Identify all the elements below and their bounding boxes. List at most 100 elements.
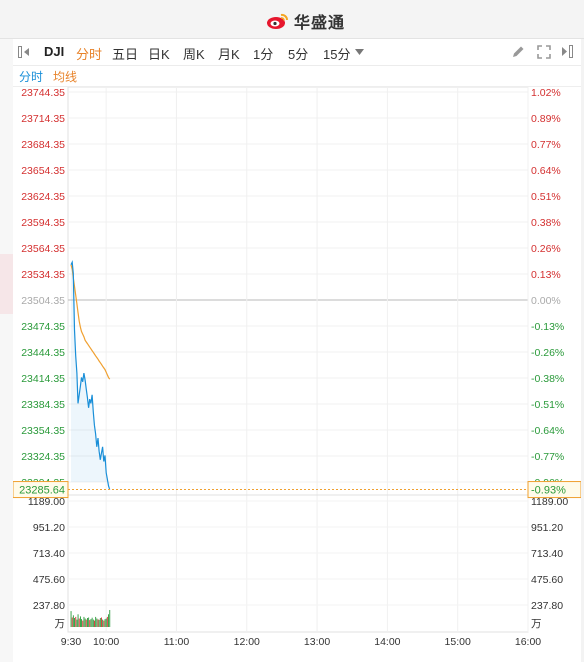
price-tick-label: 23444.35 — [21, 347, 65, 359]
time-tick-label: 9:30 — [61, 636, 82, 648]
collapse-right-icon[interactable] — [561, 45, 574, 58]
volume-bar — [71, 617, 73, 627]
time-tick-label: 10:00 — [93, 636, 119, 648]
volume-tick-label: 951.20 — [33, 522, 65, 534]
volume-bar — [90, 619, 92, 627]
tab-1min[interactable]: 1分 — [253, 44, 273, 63]
price-tick-label: 23744.35 — [21, 87, 65, 99]
left-sidebar-edge — [0, 39, 14, 662]
price-tick-label: 23654.35 — [21, 165, 65, 177]
pct-tick-label: -0.51% — [531, 399, 564, 411]
chart-toolbar: DJI 分时 五日 日K 周K 月K 1分 5分 15分 — [13, 39, 581, 66]
price-tick-label: 23714.35 — [21, 113, 65, 125]
time-tick-label: 14:00 — [374, 636, 400, 648]
volume-bar — [99, 618, 101, 627]
time-tick-label: 11:00 — [164, 636, 190, 648]
volume-bar — [81, 619, 82, 627]
time-tick-label: 12:00 — [234, 636, 260, 648]
top-header: 华盛通 — [0, 0, 584, 39]
volume-bar — [101, 617, 102, 627]
volume-bar — [82, 620, 84, 627]
volume-tick-label-right: 951.20 — [531, 522, 563, 534]
tab-weekly-k[interactable]: 周K — [183, 44, 205, 63]
volume-bar — [102, 619, 104, 627]
volume-bar — [98, 619, 100, 627]
legend-time[interactable]: 分时 — [19, 68, 43, 85]
current-pct-label: -0.93% — [531, 485, 566, 497]
time-tick-label: 13:00 — [304, 636, 330, 648]
pencil-icon[interactable] — [511, 45, 525, 59]
pct-tick-label: 0.64% — [531, 165, 561, 177]
weibo-logo-icon — [267, 13, 288, 29]
symbol-label: DJI — [44, 44, 65, 59]
pct-tick-label: -0.64% — [531, 425, 564, 437]
pct-tick-label: 0.89% — [531, 113, 561, 125]
pct-tick-label: -0.77% — [531, 451, 564, 463]
brand-logo: 华盛通 — [266, 9, 345, 33]
volume-bar — [96, 618, 98, 627]
volume-bar — [109, 610, 111, 627]
volume-bar — [72, 615, 74, 627]
price-tick-label: 23534.35 — [21, 269, 65, 281]
pct-tick-label: 0.51% — [531, 191, 561, 203]
volume-bar — [91, 617, 93, 627]
pct-tick-label: -0.26% — [531, 347, 564, 359]
volume-bar — [84, 618, 86, 627]
tab-daily-k[interactable]: 日K — [148, 44, 170, 63]
volume-bar — [78, 618, 80, 627]
tab-intraday[interactable]: 分时 — [76, 44, 102, 63]
price-tick-label: 23324.35 — [21, 451, 65, 463]
time-tick-label: 16:00 — [515, 636, 541, 648]
tab-monthly-k[interactable]: 月K — [218, 44, 240, 63]
tab-five-day[interactable]: 五日 — [112, 44, 138, 63]
volume-bar — [83, 616, 85, 627]
volume-bar — [87, 618, 88, 627]
tab-5min[interactable]: 5分 — [288, 44, 308, 63]
chevron-down-icon[interactable] — [355, 49, 364, 55]
volume-bar — [85, 619, 87, 627]
volume-bar — [103, 620, 105, 627]
volume-tick-label: 713.40 — [33, 548, 65, 560]
legend-average[interactable]: 均线 — [53, 68, 77, 85]
current-price-label: 23285.64 — [19, 485, 65, 497]
brand-name: 华盛通 — [294, 15, 346, 32]
intraday-chart[interactable]: 23744.35 1.02% 23714.35 0.89% 23684.35 0.77% 2… — [13, 87, 581, 662]
price-tick-label: 23504.35 — [21, 295, 65, 307]
price-tick-label: 23474.35 — [21, 321, 65, 333]
volume-bar — [89, 620, 91, 627]
collapse-left-icon[interactable] — [18, 46, 30, 58]
volume-bar — [75, 616, 77, 627]
volume-bar — [92, 619, 94, 627]
volume-bar — [94, 620, 95, 627]
volume-tick-label-right: 475.60 — [531, 574, 563, 586]
volume-bar — [80, 616, 81, 627]
pct-tick-label: -0.38% — [531, 373, 564, 385]
volume-bar — [88, 617, 90, 627]
volume-bar — [70, 611, 72, 627]
volume-tick-label: 237.80 — [33, 600, 65, 612]
pct-tick-label: 1.02% — [531, 87, 561, 99]
price-tick-label: 23684.35 — [21, 139, 65, 151]
tab-15min[interactable]: 15分 — [323, 44, 350, 63]
volume-tick-label-right: 237.80 — [531, 600, 563, 612]
fullscreen-icon[interactable] — [537, 45, 551, 59]
pct-tick-label: 0.38% — [531, 217, 561, 229]
price-tick-label: 23354.35 — [21, 425, 65, 437]
volume-bar — [108, 614, 109, 627]
volume-bar — [74, 618, 75, 627]
volume-bar — [104, 619, 106, 627]
price-tick-label: 23594.35 — [21, 217, 65, 229]
indicator-tabs: 分时 均线 — [13, 66, 581, 87]
price-tick-label: 23384.35 — [21, 399, 65, 411]
volume-bar — [106, 616, 108, 627]
volume-bar — [76, 619, 78, 627]
volume-tick-label-right: 713.40 — [531, 548, 563, 560]
volume-bar — [105, 618, 107, 627]
price-tick-label: 23564.35 — [21, 243, 65, 255]
volume-bar — [77, 614, 79, 627]
volume-bar — [97, 619, 99, 627]
time-tick-label: 15:00 — [445, 636, 471, 648]
average-line — [70, 264, 111, 380]
pct-tick-label: 0.13% — [531, 269, 561, 281]
volume-unit-label: 万 — [55, 618, 66, 630]
